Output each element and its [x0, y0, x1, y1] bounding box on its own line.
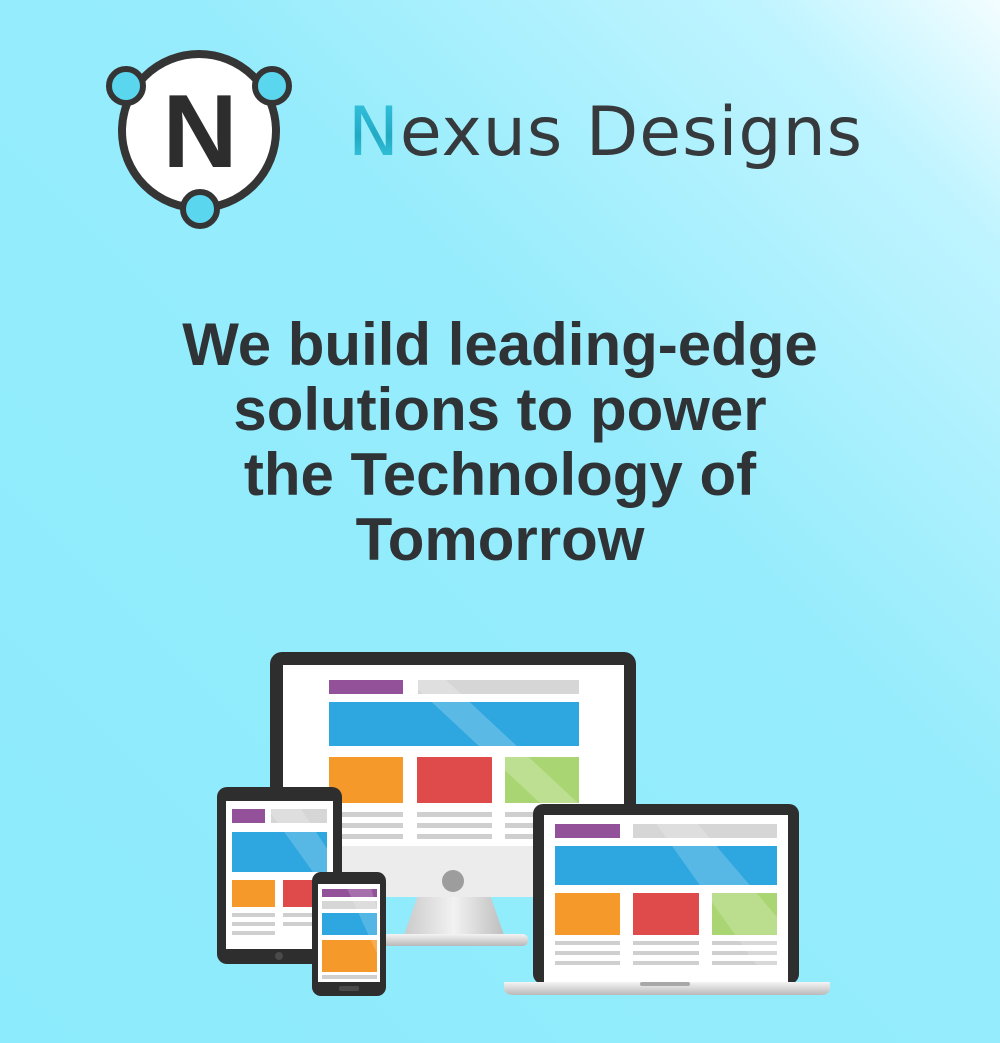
- responsive-devices-illustration: [217, 652, 830, 996]
- headline-line: the Technology of: [243, 441, 757, 508]
- headline-line: Tomorrow: [355, 506, 645, 573]
- laptop: [504, 804, 830, 995]
- smartphone: [312, 872, 386, 996]
- brand-name-initial: N: [348, 93, 400, 172]
- headline-line: solutions to power: [233, 376, 767, 443]
- headline: We build leading-edge solutions to power…: [0, 312, 1000, 572]
- logo-letter: N: [162, 74, 237, 190]
- headline-line: We build leading-edge: [182, 311, 818, 378]
- brand-name-rest: exus Designs: [399, 93, 864, 172]
- logo-icon: N: [106, 50, 292, 229]
- brand-name: Nexus Designs: [348, 88, 863, 178]
